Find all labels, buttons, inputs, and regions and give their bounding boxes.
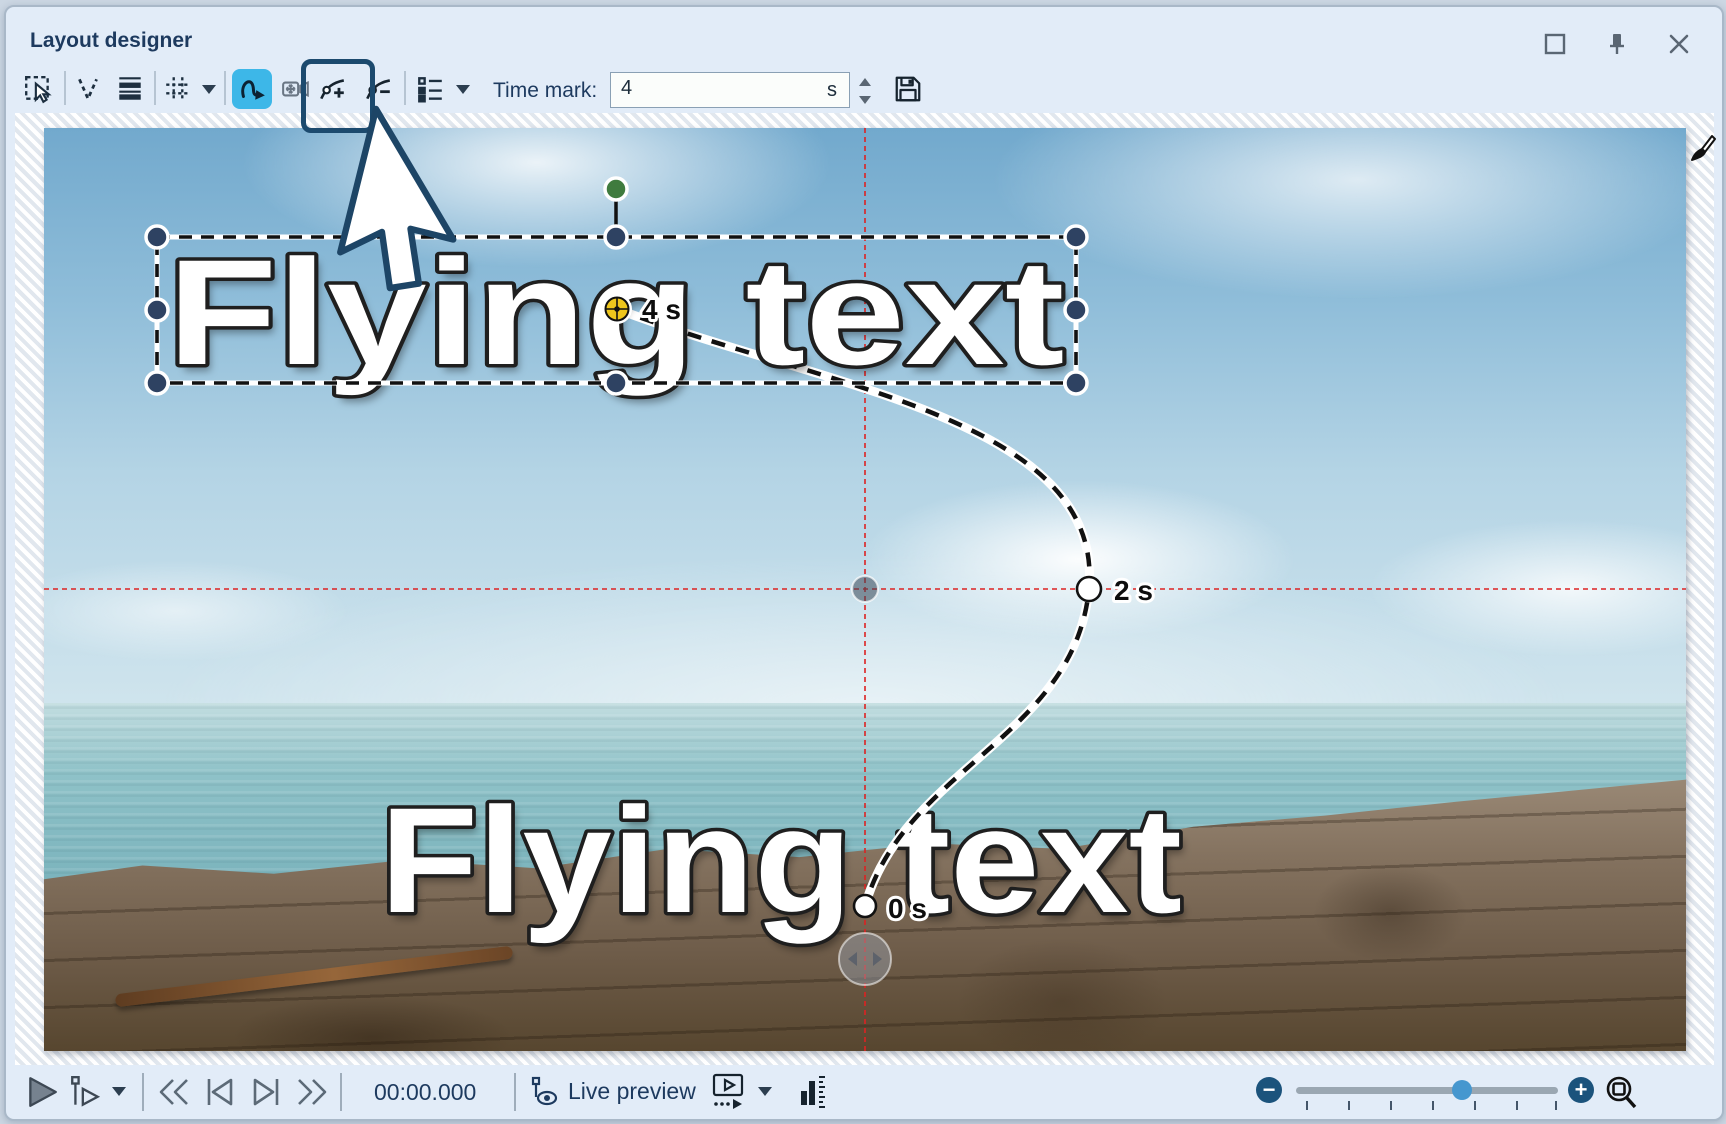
paintbrush-icon[interactable] xyxy=(1684,129,1718,165)
select-rect-icon xyxy=(23,74,53,104)
save-button[interactable] xyxy=(888,69,928,109)
add-path-point-icon xyxy=(317,74,347,104)
spinner-up-icon[interactable] xyxy=(854,73,876,90)
remove-path-point-button[interactable] xyxy=(358,69,398,109)
time-mark-label: Time mark: xyxy=(493,79,597,103)
transport-divider xyxy=(340,1073,342,1111)
toolbar-divider xyxy=(64,71,66,105)
camera-pan-button[interactable] xyxy=(276,69,316,109)
zoom-fit-button[interactable] xyxy=(1602,1073,1640,1111)
slider-tick xyxy=(1555,1101,1557,1110)
path-label-2s: 2 s xyxy=(1114,575,1153,606)
close-icon[interactable] xyxy=(1666,31,1692,57)
play-options-dropdown-icon[interactable] xyxy=(112,1087,126,1096)
path-label-0s: 0 s xyxy=(888,893,927,924)
path-label-4s: 4 s xyxy=(642,294,681,325)
live-preview-icon[interactable] xyxy=(528,1075,560,1109)
transport-bar: 00:00.000 Live preview − + xyxy=(6,1065,1722,1119)
titlebar: Layout designer xyxy=(6,7,1722,61)
path-point-2s[interactable] xyxy=(1077,577,1101,601)
time-mark-input[interactable] xyxy=(619,76,773,101)
handle-bottom-left[interactable] xyxy=(146,372,168,394)
screen: Layout designer xyxy=(0,0,1726,1124)
layout-designer-window: Layout designer xyxy=(4,5,1724,1121)
handle-top-right[interactable] xyxy=(1065,226,1087,248)
object-order-button[interactable] xyxy=(110,69,150,109)
slider-tick xyxy=(1474,1101,1476,1110)
zoom-slider-thumb[interactable] xyxy=(1452,1080,1472,1100)
transport-divider xyxy=(142,1073,144,1111)
canvas-center-marker xyxy=(852,576,878,602)
move-handle[interactable] xyxy=(839,933,891,985)
layout-canvas[interactable]: Flying text Flying text Flying text Flyi… xyxy=(44,128,1686,1051)
zoom-in-button[interactable]: + xyxy=(1568,1077,1594,1103)
remove-path-point-icon xyxy=(363,74,393,104)
slider-tick xyxy=(1390,1101,1392,1110)
time-mark-field: s xyxy=(610,72,850,108)
select-tool-button[interactable] xyxy=(18,69,58,109)
grid-dropdown-icon[interactable] xyxy=(202,85,216,94)
time-display: 00:00.000 xyxy=(374,1079,476,1106)
slider-tick xyxy=(1348,1101,1350,1110)
destination-text[interactable]: Flying text xyxy=(380,776,1182,944)
motion-path-tool-button[interactable] xyxy=(232,69,272,109)
s-curve-icon xyxy=(237,74,267,104)
play-from-timemark-button[interactable] xyxy=(68,1075,104,1109)
list-dropdown-icon[interactable] xyxy=(456,85,470,94)
handle-bottom-right[interactable] xyxy=(1065,372,1087,394)
list-icon xyxy=(415,74,445,104)
slider-tick xyxy=(1306,1101,1308,1110)
zoom-out-button[interactable]: − xyxy=(1256,1077,1282,1103)
maximize-icon[interactable] xyxy=(1542,31,1568,57)
skip-to-start-button[interactable] xyxy=(154,1075,194,1109)
time-mark-spinner xyxy=(854,72,876,108)
play-button[interactable] xyxy=(24,1075,60,1109)
handle-mid-left[interactable] xyxy=(146,299,168,321)
handle-top-center[interactable] xyxy=(605,226,627,248)
object-list-button[interactable] xyxy=(410,69,450,109)
workspace-hatched-border: Flying text Flying text Flying text Flyi… xyxy=(15,113,1714,1065)
toolbar-divider xyxy=(224,71,226,105)
toolbar-divider xyxy=(154,71,156,105)
path-point-4s[interactable] xyxy=(602,294,632,324)
toolbar-divider xyxy=(404,71,406,105)
slider-tick xyxy=(1516,1101,1518,1110)
zoom-slider-track[interactable] xyxy=(1296,1087,1558,1094)
live-preview-label: Live preview xyxy=(568,1078,696,1105)
save-icon xyxy=(893,74,923,104)
handle-bottom-center[interactable] xyxy=(605,372,627,394)
preview-window-button[interactable] xyxy=(710,1073,746,1111)
pin-icon[interactable] xyxy=(1604,31,1630,57)
path-curve-button[interactable] xyxy=(68,69,108,109)
handle-top-left[interactable] xyxy=(146,226,168,248)
performance-monitor-button[interactable] xyxy=(798,1073,828,1111)
rotation-handle[interactable] xyxy=(605,178,627,200)
previous-frame-button[interactable] xyxy=(200,1075,240,1109)
grid-button[interactable] xyxy=(158,69,198,109)
spinner-down-icon[interactable] xyxy=(854,91,876,108)
camera-pan-icon xyxy=(281,74,311,104)
dashed-v-icon xyxy=(73,74,103,104)
window-title: Layout designer xyxy=(30,29,192,53)
transport-divider xyxy=(514,1073,516,1111)
toolbar: Time mark: s xyxy=(6,61,1722,113)
add-path-point-button[interactable] xyxy=(312,69,352,109)
grid-icon xyxy=(163,74,193,104)
canvas-overlay: Flying text Flying text Flying text Flyi… xyxy=(44,128,1686,1051)
handle-mid-right[interactable] xyxy=(1065,299,1087,321)
skip-to-end-button[interactable] xyxy=(292,1075,332,1109)
stacked-bars-icon xyxy=(115,74,145,104)
path-point-0s[interactable] xyxy=(854,895,876,917)
preview-dropdown-icon[interactable] xyxy=(758,1087,772,1096)
slider-tick xyxy=(1432,1101,1434,1110)
time-mark-unit: s xyxy=(827,79,837,102)
next-frame-button[interactable] xyxy=(246,1075,286,1109)
